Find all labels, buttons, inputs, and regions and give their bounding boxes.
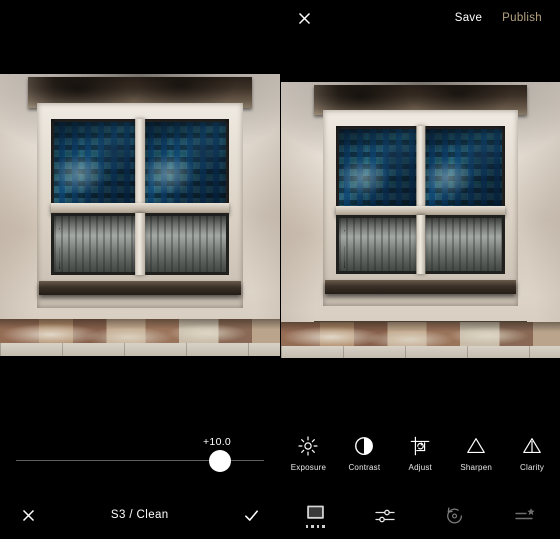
left-panel-slider-view: +10.0 S3 / Clean bbox=[0, 0, 280, 539]
tool-sharpen[interactable]: Sharpen bbox=[448, 431, 504, 472]
page-dot bbox=[305, 525, 309, 528]
right-panel-tools-view: Save Publish Exposure Contrast Adjust Sh… bbox=[279, 0, 560, 539]
tool-strip: Exposure Contrast Adjust Sharpen Clarity bbox=[281, 431, 560, 487]
crumbling-brickwork bbox=[0, 319, 280, 346]
close-editor-button[interactable] bbox=[281, 11, 329, 26]
stone-plinth bbox=[0, 343, 280, 356]
crop-rotate-icon bbox=[410, 436, 430, 456]
tool-exposure[interactable]: Exposure bbox=[281, 431, 337, 472]
page-dot bbox=[322, 525, 325, 528]
close-x-icon bbox=[298, 12, 311, 24]
presets-thumbnail-icon bbox=[307, 505, 324, 519]
upper-sash bbox=[51, 119, 228, 209]
tool-clarity[interactable]: Clarity bbox=[504, 431, 560, 472]
window-right bbox=[314, 84, 527, 336]
nav-history-undo[interactable] bbox=[420, 506, 490, 526]
preset-name-label: S3 / Clean bbox=[110, 509, 169, 521]
window-glazing-area bbox=[51, 119, 229, 275]
close-x-icon bbox=[22, 509, 34, 521]
tool-label: Adjust bbox=[408, 463, 432, 472]
window-mullion bbox=[415, 125, 426, 211]
crumbling-brickwork bbox=[280, 322, 560, 347]
top-action-bar: Save Publish bbox=[281, 0, 560, 36]
window-frame bbox=[36, 103, 244, 308]
triangle-split-icon bbox=[523, 438, 541, 454]
exposure-slider-area[interactable]: +10.0 bbox=[0, 426, 280, 486]
list-star-icon bbox=[515, 508, 535, 520]
window-left bbox=[28, 76, 252, 340]
window-mullion bbox=[135, 119, 145, 209]
window-mullion bbox=[415, 214, 426, 275]
confirm-button[interactable] bbox=[224, 507, 280, 524]
window-mullion bbox=[135, 212, 145, 275]
window-glazing-area bbox=[336, 125, 505, 275]
publish-button[interactable]: Publish bbox=[492, 12, 560, 24]
photo-preview-right[interactable] bbox=[280, 82, 560, 358]
glass-pane bbox=[339, 128, 418, 208]
cancel-button[interactable] bbox=[0, 508, 56, 523]
photo-preview-left[interactable] bbox=[0, 74, 280, 356]
tool-adjust[interactable]: Adjust bbox=[392, 431, 448, 472]
tool-label: Clarity bbox=[520, 463, 545, 472]
save-button[interactable]: Save bbox=[445, 12, 492, 24]
lower-sash bbox=[336, 214, 505, 275]
nav-presets[interactable] bbox=[281, 504, 351, 528]
tool-label: Sharpen bbox=[460, 463, 492, 472]
sliders-adjust-icon bbox=[375, 509, 395, 523]
glass-pane bbox=[423, 128, 502, 208]
page-dot bbox=[316, 525, 320, 528]
curtain-pane bbox=[143, 215, 226, 272]
stone-plinth bbox=[280, 345, 560, 358]
glass-pane bbox=[54, 122, 137, 206]
dry-plant bbox=[343, 229, 371, 269]
window-sill bbox=[39, 281, 241, 296]
lower-sash bbox=[51, 212, 229, 275]
upper-sash bbox=[336, 125, 504, 211]
window-sill bbox=[324, 280, 517, 295]
slider-knob[interactable] bbox=[209, 450, 231, 472]
curtain-pane bbox=[339, 217, 418, 272]
nav-library-star[interactable] bbox=[490, 506, 560, 526]
sun-brightness-icon bbox=[298, 436, 319, 456]
glass-pane bbox=[143, 122, 226, 206]
curtain-pane bbox=[423, 217, 502, 272]
left-bottom-bar: S3 / Clean bbox=[0, 491, 280, 539]
tool-label: Exposure bbox=[290, 463, 327, 472]
checkmark-icon bbox=[245, 509, 258, 521]
tool-label: Contrast bbox=[348, 463, 381, 472]
dry-plant bbox=[59, 228, 88, 269]
preset-page-dots bbox=[305, 525, 325, 528]
curtain-pane bbox=[54, 215, 137, 272]
triangle-outline-icon bbox=[467, 438, 486, 454]
photo-editor-screenshot: +10.0 S3 / Clean Save Publish Exposure C… bbox=[0, 0, 560, 539]
bottom-nav-bar bbox=[281, 493, 560, 539]
page-dot bbox=[311, 525, 314, 528]
half-circle-contrast-icon bbox=[355, 437, 374, 455]
tool-contrast[interactable]: Contrast bbox=[336, 431, 392, 472]
nav-adjust[interactable] bbox=[350, 506, 420, 526]
slider-value-label: +10.0 bbox=[203, 436, 232, 448]
undo-history-icon bbox=[447, 507, 463, 524]
window-frame bbox=[322, 109, 519, 306]
